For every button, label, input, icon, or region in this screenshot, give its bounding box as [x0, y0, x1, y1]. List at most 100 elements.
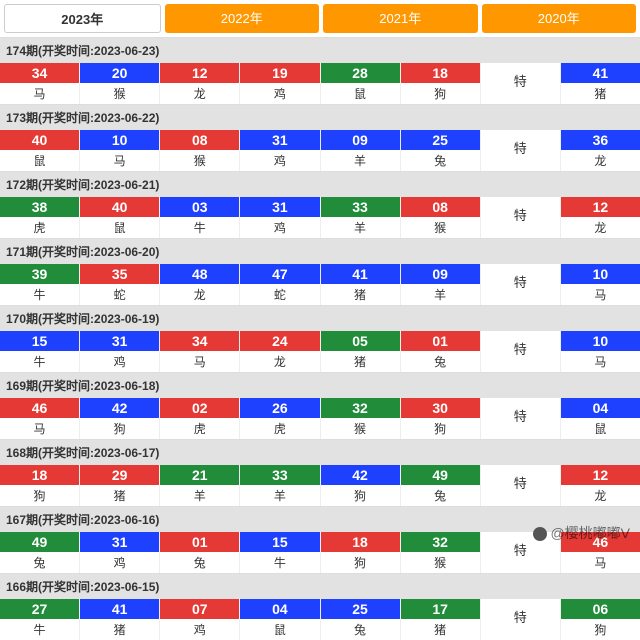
ball-zodiac: 鸡 [194, 619, 206, 640]
period-header: 166期(开奖时间:2023-06-15) [0, 574, 640, 599]
ball-number: 32 [401, 532, 480, 552]
ball-zodiac: 龙 [594, 150, 606, 171]
ball-cell: 30狗 [401, 398, 481, 439]
year-tab-2023年[interactable]: 2023年 [4, 4, 161, 33]
ball-cell: 15牛 [0, 331, 80, 372]
ball-number: 07 [160, 599, 239, 619]
ball-cell: 32猴 [321, 398, 401, 439]
ball-zodiac: 龙 [274, 351, 286, 372]
ball-number: 49 [401, 465, 480, 485]
ball-cell: 08猴 [401, 197, 481, 238]
ball-zodiac: 龙 [594, 485, 606, 506]
ball-number: 38 [0, 197, 79, 217]
ball-number: 10 [80, 130, 159, 150]
ball-zodiac: 兔 [34, 552, 46, 573]
ball-number: 46 [0, 398, 79, 418]
ball-number: 01 [160, 532, 239, 552]
ball-number: 42 [321, 465, 400, 485]
ball-number: 21 [160, 465, 239, 485]
ball-zodiac: 狗 [594, 619, 606, 640]
special-label: 特 [514, 331, 527, 360]
ball-cell: 32猴 [401, 532, 481, 573]
special-label: 特 [514, 197, 527, 226]
ball-row: 18狗29猪21羊33羊42狗49兔特12龙 [0, 465, 640, 506]
ball-number: 42 [80, 398, 159, 418]
ball-zodiac: 兔 [434, 351, 446, 372]
ball-number: 09 [401, 264, 480, 284]
special-ball-cell: 06狗 [561, 599, 640, 640]
special-label-cell: 特 [481, 465, 561, 506]
ball-cell: 35蛇 [80, 264, 160, 305]
ball-cell: 26虎 [240, 398, 320, 439]
ball-cell: 42狗 [80, 398, 160, 439]
special-label-cell: 特 [481, 331, 561, 372]
ball-cell: 17猪 [401, 599, 481, 640]
ball-number: 40 [80, 197, 159, 217]
ball-number: 41 [321, 264, 400, 284]
ball-zodiac: 猴 [434, 217, 446, 238]
period-header: 174期(开奖时间:2023-06-23) [0, 38, 640, 63]
ball-zodiac: 羊 [354, 217, 366, 238]
ball-number: 25 [401, 130, 480, 150]
ball-zodiac: 虎 [274, 418, 286, 439]
ball-cell: 24龙 [240, 331, 320, 372]
ball-cell: 31鸡 [80, 331, 160, 372]
special-ball-cell: 12龙 [561, 465, 640, 506]
ball-cell: 39牛 [0, 264, 80, 305]
ball-cell: 19鸡 [240, 63, 320, 104]
ball-zodiac: 鸡 [274, 83, 286, 104]
period-header: 172期(开奖时间:2023-06-21) [0, 172, 640, 197]
ball-number: 04 [240, 599, 319, 619]
ball-cell: 34马 [0, 63, 80, 104]
ball-zodiac: 马 [194, 351, 206, 372]
year-tabs: 2023年2022年2021年2020年 [0, 0, 640, 37]
ball-zodiac: 鸡 [114, 351, 126, 372]
ball-zodiac: 龙 [194, 83, 206, 104]
ball-number: 39 [0, 264, 79, 284]
ball-number: 29 [80, 465, 159, 485]
special-label-cell: 特 [481, 398, 561, 439]
ball-cell: 34马 [160, 331, 240, 372]
ball-cell: 18狗 [401, 63, 481, 104]
ball-cell: 25兔 [401, 130, 481, 171]
year-tab-2020年[interactable]: 2020年 [482, 4, 637, 33]
ball-zodiac: 羊 [434, 284, 446, 305]
ball-number: 08 [401, 197, 480, 217]
special-label-cell: 特 [481, 197, 561, 238]
ball-zodiac: 鼠 [274, 619, 286, 640]
ball-number: 17 [401, 599, 480, 619]
ball-cell: 20猴 [80, 63, 160, 104]
special-label-cell: 特 [481, 130, 561, 171]
ball-zodiac: 猴 [434, 552, 446, 573]
ball-zodiac: 猪 [434, 619, 446, 640]
period-header: 170期(开奖时间:2023-06-19) [0, 306, 640, 331]
ball-cell: 18狗 [0, 465, 80, 506]
ball-cell: 07鸡 [160, 599, 240, 640]
ball-row: 39牛35蛇48龙47蛇41猪09羊特10马 [0, 264, 640, 305]
ball-zodiac: 牛 [34, 284, 46, 305]
ball-cell: 05猪 [321, 331, 401, 372]
ball-cell: 41猪 [321, 264, 401, 305]
ball-number: 40 [0, 130, 79, 150]
ball-cell: 33羊 [321, 197, 401, 238]
ball-number: 15 [0, 331, 79, 351]
ball-number: 41 [561, 63, 640, 83]
year-tab-2021年[interactable]: 2021年 [323, 4, 478, 33]
year-tab-2022年[interactable]: 2022年 [165, 4, 320, 33]
ball-number: 04 [561, 398, 640, 418]
ball-cell: 31鸡 [240, 130, 320, 171]
ball-row: 27牛41猪07鸡04鼠25兔17猪特06狗 [0, 599, 640, 640]
ball-number: 34 [0, 63, 79, 83]
ball-cell: 09羊 [401, 264, 481, 305]
ball-cell: 03牛 [160, 197, 240, 238]
special-label: 特 [514, 264, 527, 293]
special-ball-cell: 12龙 [561, 197, 640, 238]
ball-number: 10 [561, 331, 640, 351]
ball-cell: 02虎 [160, 398, 240, 439]
ball-zodiac: 鼠 [594, 418, 606, 439]
special-label-cell: 特 [481, 63, 561, 104]
special-label: 特 [514, 532, 527, 561]
period-row: 173期(开奖时间:2023-06-22)40鼠10马08猴31鸡09羊25兔特… [0, 104, 640, 171]
ball-cell: 28鼠 [321, 63, 401, 104]
ball-cell: 38虎 [0, 197, 80, 238]
